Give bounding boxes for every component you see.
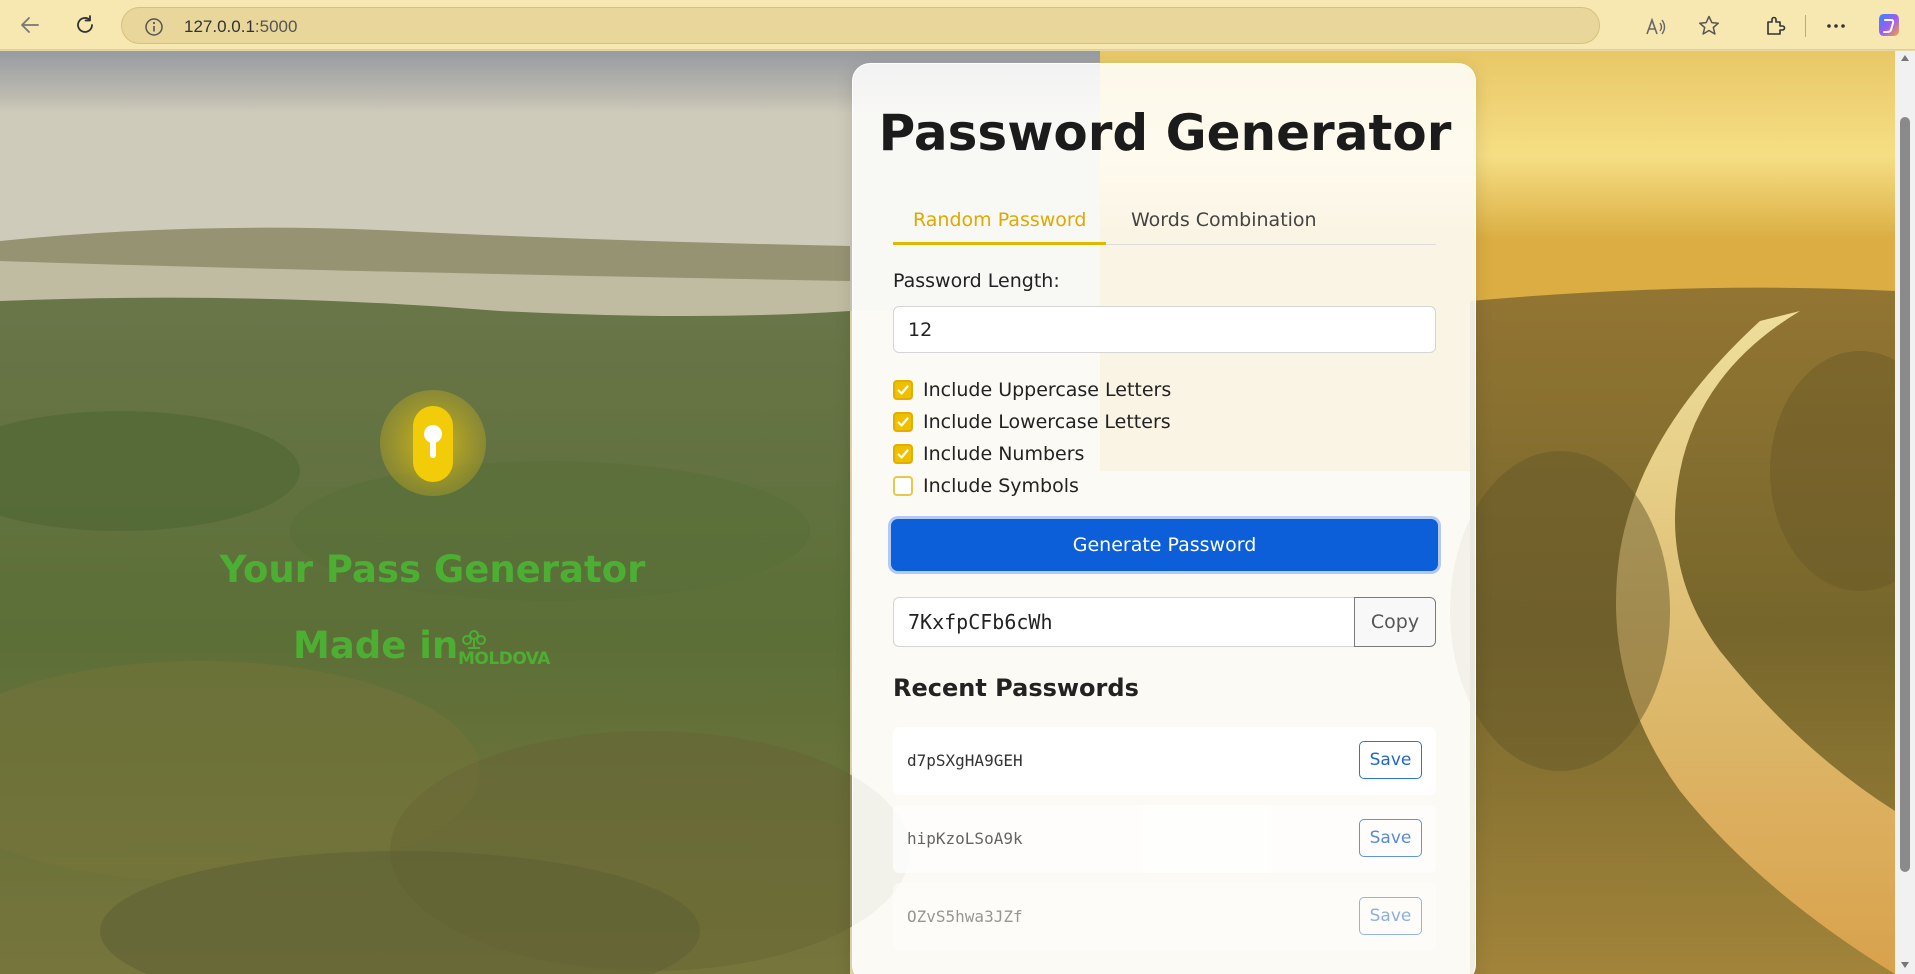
uppercase-label: Include Uppercase Letters — [923, 379, 1172, 401]
hero-title: Your Pass Generator — [219, 548, 646, 591]
url-text[interactable]: 127.0.0.1:5000 — [184, 17, 297, 37]
back-button[interactable] — [13, 8, 47, 42]
scroll-down-icon[interactable] — [1901, 962, 1909, 968]
option-uppercase[interactable]: Include Uppercase Letters — [893, 377, 1171, 403]
recent-password-value: hipKzoLSoA9k — [907, 829, 1023, 848]
recent-passwords-heading: Recent Passwords — [893, 674, 1139, 702]
password-generator-card: Password Generator Random Password Words… — [852, 63, 1476, 974]
site-info-icon[interactable] — [144, 17, 164, 37]
moldova-brand-logo: MOLDOVA — [458, 626, 574, 669]
check-icon — [897, 385, 909, 395]
keyhole-lock-icon — [413, 406, 453, 482]
extensions-icon[interactable] — [1763, 14, 1787, 38]
refresh-button[interactable] — [68, 8, 102, 42]
check-icon — [897, 449, 909, 459]
back-arrow-icon — [21, 17, 39, 33]
check-icon — [897, 417, 909, 427]
toolbar-divider — [1805, 15, 1806, 37]
generate-password-button[interactable]: Generate Password — [891, 519, 1438, 571]
copy-button[interactable]: Copy — [1354, 597, 1436, 647]
scrollbar-thumb[interactable] — [1900, 117, 1910, 872]
refresh-icon — [77, 15, 93, 33]
tab-words-combination[interactable]: Words Combination — [1111, 199, 1337, 245]
numbers-checkbox[interactable] — [893, 444, 913, 464]
option-lowercase[interactable]: Include Lowercase Letters — [893, 409, 1171, 435]
lowercase-checkbox[interactable] — [893, 412, 913, 432]
save-button[interactable]: Save — [1359, 819, 1422, 857]
tab-random-password[interactable]: Random Password — [893, 199, 1107, 245]
save-button[interactable]: Save — [1359, 897, 1422, 935]
recent-password-value: d7pSXgHA9GEH — [907, 751, 1023, 770]
page-title: Password Generator — [878, 104, 1452, 162]
scroll-up-icon[interactable] — [1901, 55, 1909, 61]
url-port: :5000 — [254, 17, 298, 36]
generated-password-field[interactable] — [893, 597, 1355, 647]
option-numbers[interactable]: Include Numbers — [893, 441, 1084, 467]
copilot-icon[interactable] — [1875, 11, 1903, 39]
read-aloud-icon[interactable] — [1645, 17, 1667, 37]
symbols-checkbox[interactable] — [893, 476, 913, 496]
numbers-label: Include Numbers — [923, 443, 1085, 465]
favorite-star-icon[interactable] — [1697, 14, 1721, 38]
uppercase-checkbox[interactable] — [893, 380, 913, 400]
save-button[interactable]: Save — [1359, 741, 1422, 779]
url-host: 127.0.0.1 — [184, 17, 255, 36]
generator-tabs: Random Password Words Combination — [893, 199, 1436, 245]
hero-made-in: Made in — [293, 624, 459, 667]
recent-password-item: OZvS5hwa3JZf Save — [893, 883, 1436, 951]
browser-toolbar: 127.0.0.1:5000 — [0, 0, 1915, 50]
more-options-icon[interactable] — [1824, 14, 1848, 38]
password-length-input[interactable] — [893, 306, 1436, 353]
recent-password-item: d7pSXgHA9GEH Save — [893, 727, 1436, 795]
password-length-label: Password Length: — [893, 270, 1060, 292]
address-bar[interactable]: 127.0.0.1:5000 — [121, 7, 1666, 44]
svg-text:MOLDOVA: MOLDOVA — [458, 649, 551, 668]
option-symbols[interactable]: Include Symbols — [893, 473, 1079, 499]
symbols-label: Include Symbols — [923, 475, 1079, 497]
recent-password-item: hipKzoLSoA9k Save — [893, 805, 1436, 873]
lowercase-label: Include Lowercase Letters — [923, 411, 1171, 433]
recent-password-value: OZvS5hwa3JZf — [907, 907, 1023, 926]
